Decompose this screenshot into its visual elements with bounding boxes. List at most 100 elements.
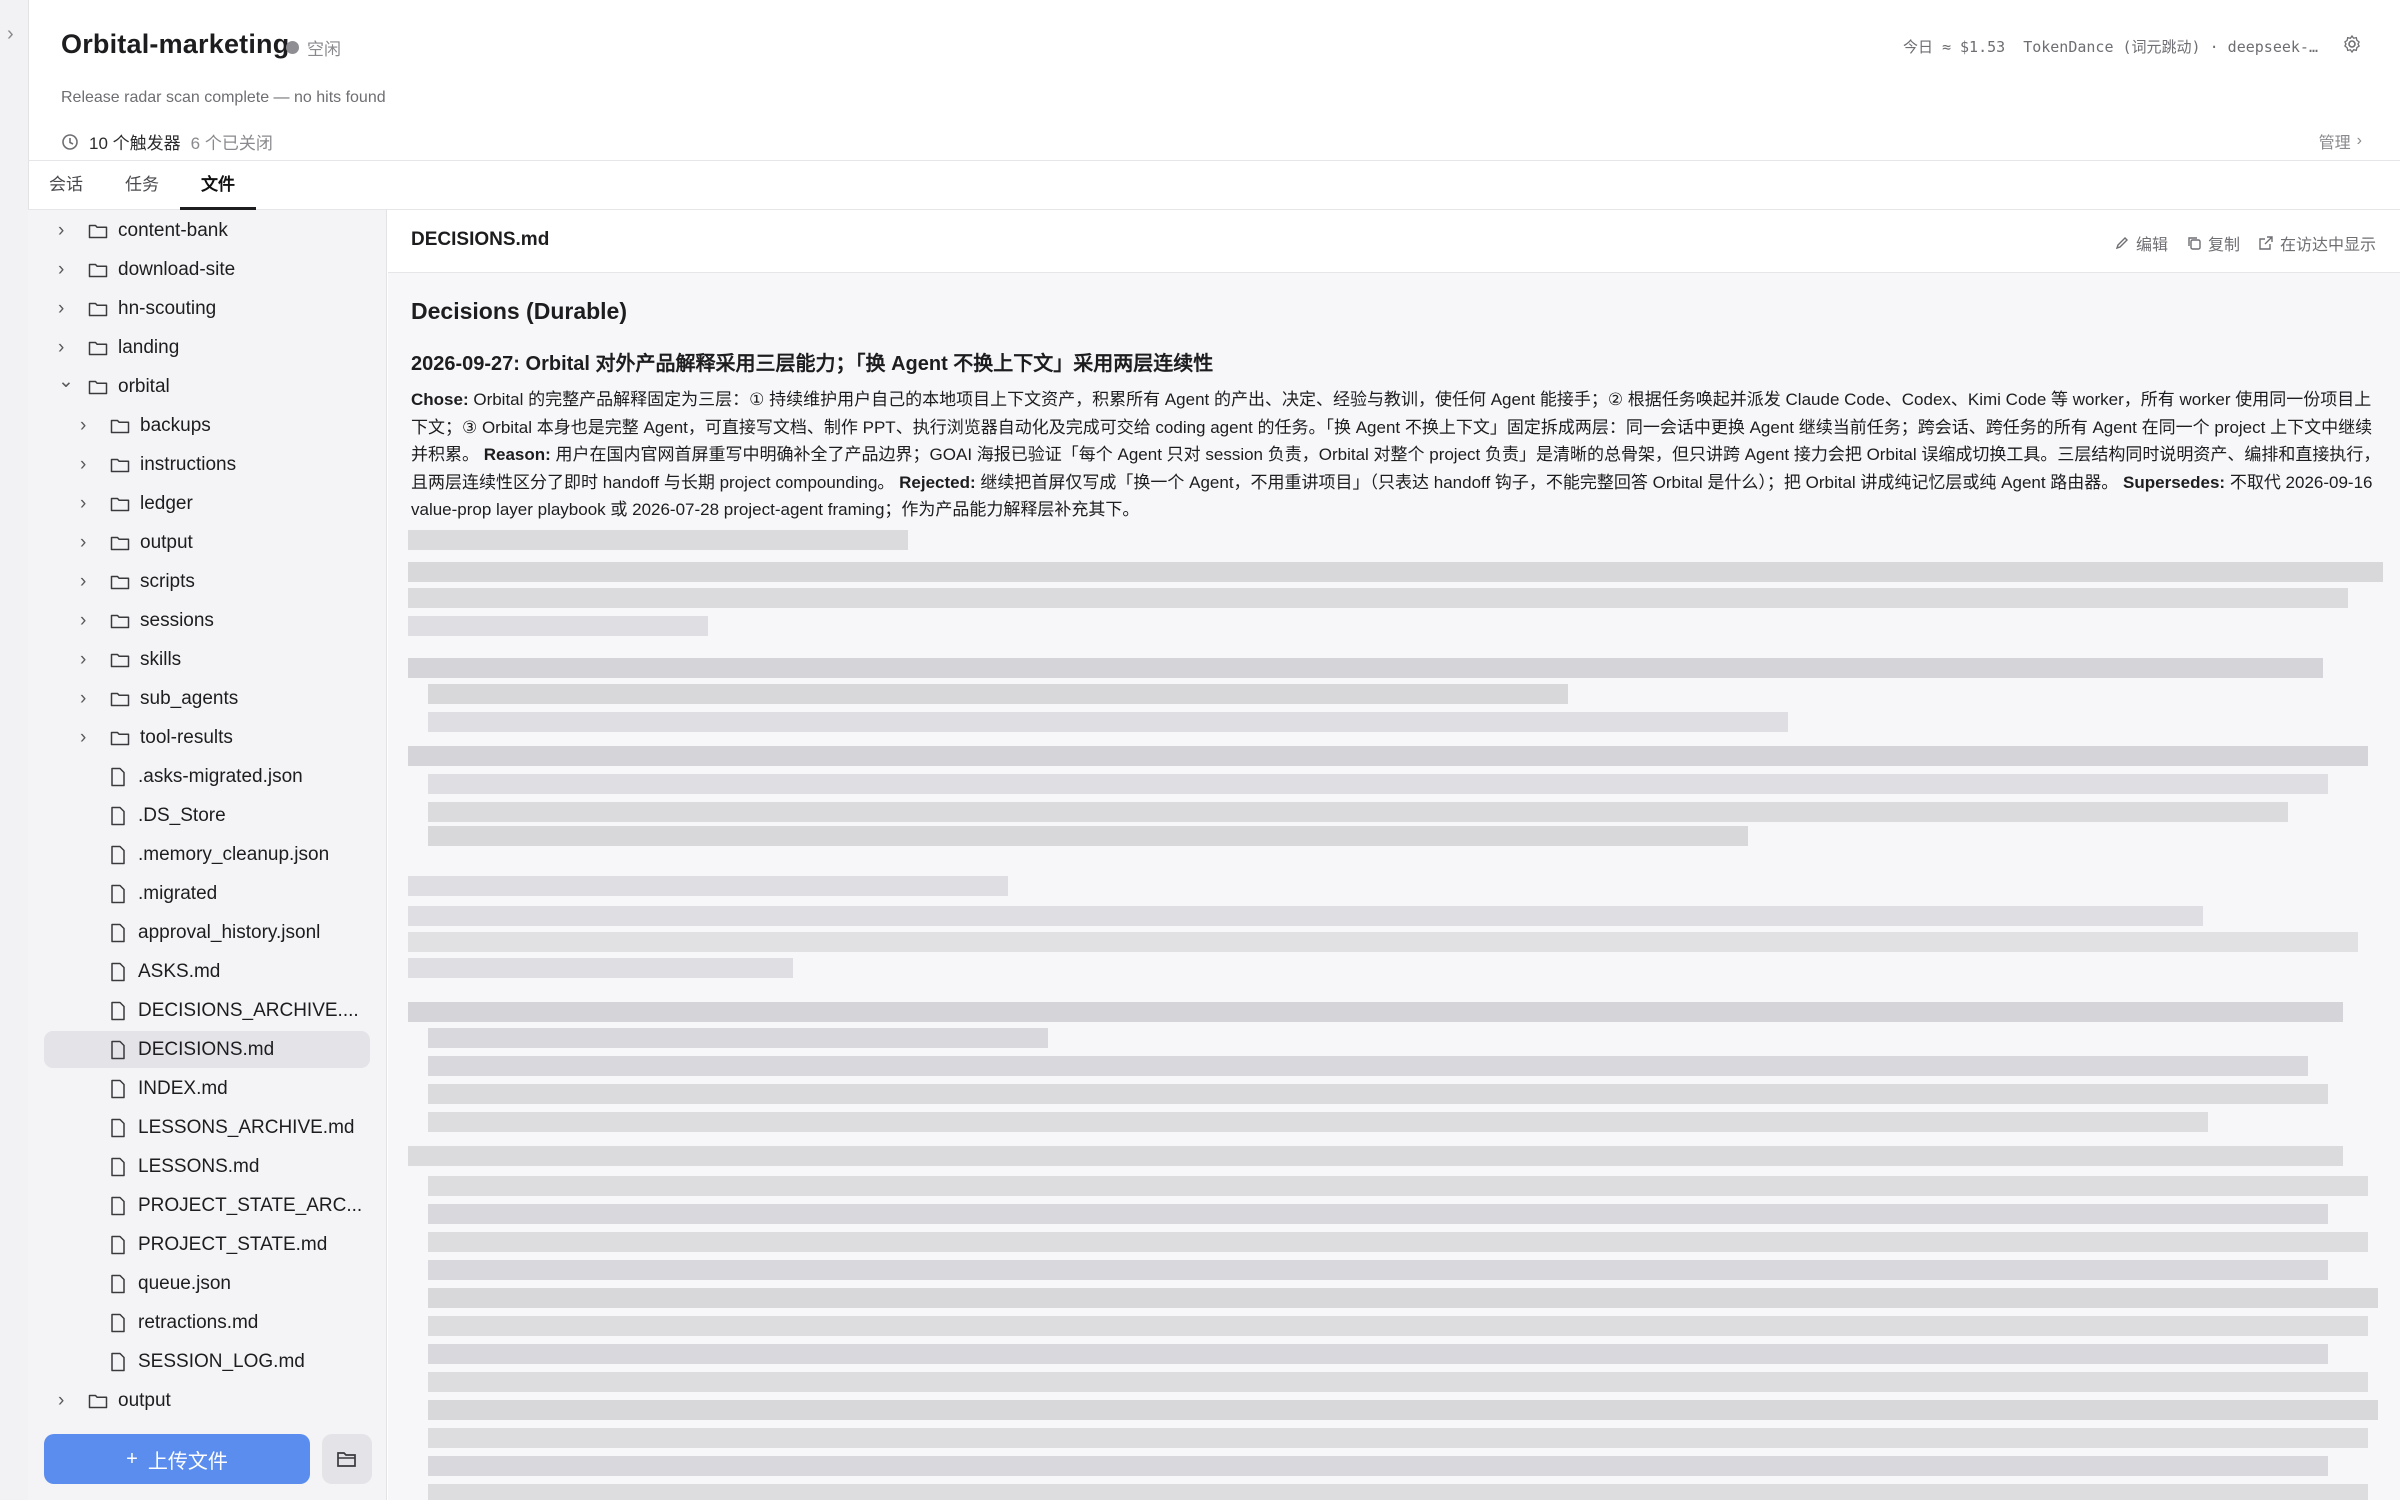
tree-item-label: queue.json bbox=[138, 1272, 231, 1294]
file-icon bbox=[110, 1235, 126, 1255]
tree-file[interactable]: INDEX.md bbox=[28, 1070, 386, 1107]
tree-folder[interactable]: › scripts bbox=[28, 563, 386, 600]
chevron-right-icon[interactable]: › bbox=[58, 1390, 74, 1412]
tree-folder[interactable]: › landing bbox=[28, 329, 386, 366]
tree-folder[interactable]: › content-bank bbox=[28, 212, 386, 249]
chevron-right-icon[interactable]: › bbox=[80, 727, 96, 749]
reveal-in-finder-button[interactable]: 在访达中显示 bbox=[2258, 231, 2376, 255]
redacted-line bbox=[408, 588, 2348, 608]
tab-files[interactable]: 文件 bbox=[180, 161, 256, 210]
folder-icon bbox=[110, 651, 130, 669]
tree-file[interactable]: .DS_Store bbox=[28, 797, 386, 834]
redacted-line bbox=[408, 562, 2383, 582]
collapsed-rail[interactable]: › bbox=[0, 0, 29, 1500]
tree-file[interactable]: DECISIONS_ARCHIVE.... bbox=[28, 992, 386, 1029]
tree-file[interactable]: .asks-migrated.json bbox=[28, 758, 386, 795]
tree-file[interactable]: PROJECT_STATE_ARC... bbox=[28, 1187, 386, 1224]
file-icon bbox=[110, 1001, 126, 1021]
file-icon bbox=[110, 884, 126, 904]
chevron-right-icon[interactable]: › bbox=[58, 259, 74, 281]
tree-folder[interactable]: › sub_agents bbox=[28, 680, 386, 717]
tree-file[interactable]: retractions.md bbox=[28, 1304, 386, 1341]
tree-file[interactable]: queue.json bbox=[28, 1265, 386, 1302]
settings-button[interactable] bbox=[2342, 34, 2362, 54]
open-folder-button[interactable] bbox=[322, 1434, 372, 1484]
folder-open-icon bbox=[337, 1452, 356, 1467]
chevron-right-icon[interactable]: › bbox=[80, 649, 96, 671]
tree-item-label: tool-results bbox=[140, 726, 233, 748]
header: Orbital-marketing 空闲 Release radar scan … bbox=[28, 0, 2400, 161]
triggers-summary[interactable]: 10 个触发器 6 个已关闭 bbox=[61, 129, 273, 154]
expand-chevron-icon[interactable]: › bbox=[7, 24, 14, 44]
tree-file[interactable]: DECISIONS.md bbox=[44, 1031, 370, 1068]
tree-folder[interactable]: › output bbox=[28, 524, 386, 561]
chevron-right-icon[interactable]: › bbox=[80, 493, 96, 515]
chevron-right-icon[interactable]: › bbox=[58, 337, 74, 359]
chevron-right-icon[interactable]: › bbox=[58, 220, 74, 242]
tree-folder[interactable]: › tool-results bbox=[28, 719, 386, 756]
chevron-right-icon[interactable]: › bbox=[58, 298, 74, 320]
tree-folder[interactable]: › download-site bbox=[28, 251, 386, 288]
tree-item-label: backups bbox=[140, 414, 211, 436]
redacted-line bbox=[428, 1232, 2368, 1252]
folder-icon bbox=[110, 612, 130, 630]
manage-link[interactable]: 管理 › bbox=[2319, 129, 2362, 153]
folder-icon bbox=[88, 1392, 108, 1410]
redacted-content bbox=[408, 530, 2383, 1500]
chevron-right-icon[interactable]: › bbox=[80, 454, 96, 476]
triggers-closed: 6 个已关闭 bbox=[190, 134, 273, 153]
tree-file[interactable]: LESSONS_ARCHIVE.md bbox=[28, 1109, 386, 1146]
folder-icon bbox=[88, 300, 108, 318]
tab-tasks[interactable]: 任务 bbox=[104, 161, 180, 209]
redacted-line bbox=[428, 1400, 2378, 1420]
tree-file[interactable]: .memory_cleanup.json bbox=[28, 836, 386, 873]
folder-icon bbox=[88, 378, 108, 396]
file-icon bbox=[110, 1274, 126, 1294]
tree-file[interactable]: .migrated bbox=[28, 875, 386, 912]
tree-folder[interactable]: › sessions bbox=[28, 602, 386, 639]
chevron-right-icon[interactable]: › bbox=[80, 532, 96, 554]
tree-file[interactable]: ASKS.md bbox=[28, 953, 386, 990]
tab-conversations[interactable]: 会话 bbox=[28, 161, 104, 209]
decision-heading: 2026-09-27: Orbital 对外产品解释采用三层能力；「换 Agen… bbox=[411, 353, 1214, 375]
tree-item-label: download-site bbox=[118, 258, 236, 280]
chevron-right-icon[interactable]: › bbox=[80, 610, 96, 632]
folder-icon bbox=[110, 534, 130, 552]
tree-file[interactable]: PROJECT_STATE.md bbox=[28, 1226, 386, 1263]
chevron-right-icon[interactable]: › bbox=[80, 688, 96, 710]
redacted-line bbox=[428, 1288, 2378, 1308]
copy-button[interactable]: 复制 bbox=[2186, 231, 2240, 255]
chevron-right-icon[interactable]: › bbox=[80, 571, 96, 593]
reason-label: Reason: bbox=[483, 445, 551, 464]
folder-icon bbox=[88, 222, 108, 240]
tree-folder[interactable]: › backups bbox=[28, 407, 386, 444]
redacted-line bbox=[408, 1146, 2343, 1166]
redacted-line bbox=[428, 802, 2288, 822]
tree-item-label: instructions bbox=[140, 453, 237, 475]
model-provider[interactable]: TokenDance (词元跳动) · deepseek-… bbox=[2023, 36, 2318, 57]
tree-folder[interactable]: › hn-scouting bbox=[28, 290, 386, 327]
upload-file-button[interactable]: + 上传文件 bbox=[44, 1434, 310, 1484]
tree-item-label: orbital bbox=[118, 375, 170, 397]
tree-folder[interactable]: › ledger bbox=[28, 485, 386, 522]
tree-item-label: sessions bbox=[140, 609, 214, 631]
chevron-right-icon[interactable]: › bbox=[80, 415, 96, 437]
tree-folder[interactable]: › output bbox=[28, 1382, 386, 1419]
clock-icon bbox=[62, 133, 78, 150]
tree-item-label: ledger bbox=[140, 492, 193, 514]
manage-label: 管理 bbox=[2318, 135, 2351, 152]
file-icon bbox=[110, 845, 126, 865]
redacted-line bbox=[408, 658, 2323, 678]
tree-file[interactable]: LESSONS.md bbox=[28, 1148, 386, 1185]
redacted-line bbox=[428, 1344, 2328, 1364]
tree-folder[interactable]: › instructions bbox=[28, 446, 386, 483]
tree-item-label: skills bbox=[140, 648, 182, 670]
chevron-down-icon[interactable]: ⌄ bbox=[58, 370, 74, 393]
folder-icon bbox=[110, 729, 130, 747]
tree-folder[interactable]: › skills bbox=[28, 641, 386, 678]
tree-folder[interactable]: ⌄ orbital bbox=[28, 368, 386, 405]
edit-button[interactable]: 编辑 bbox=[2114, 231, 2168, 255]
redacted-line bbox=[428, 1428, 2368, 1448]
tree-file[interactable]: SESSION_LOG.md bbox=[28, 1343, 386, 1380]
tree-file[interactable]: approval_history.jsonl bbox=[28, 914, 386, 951]
